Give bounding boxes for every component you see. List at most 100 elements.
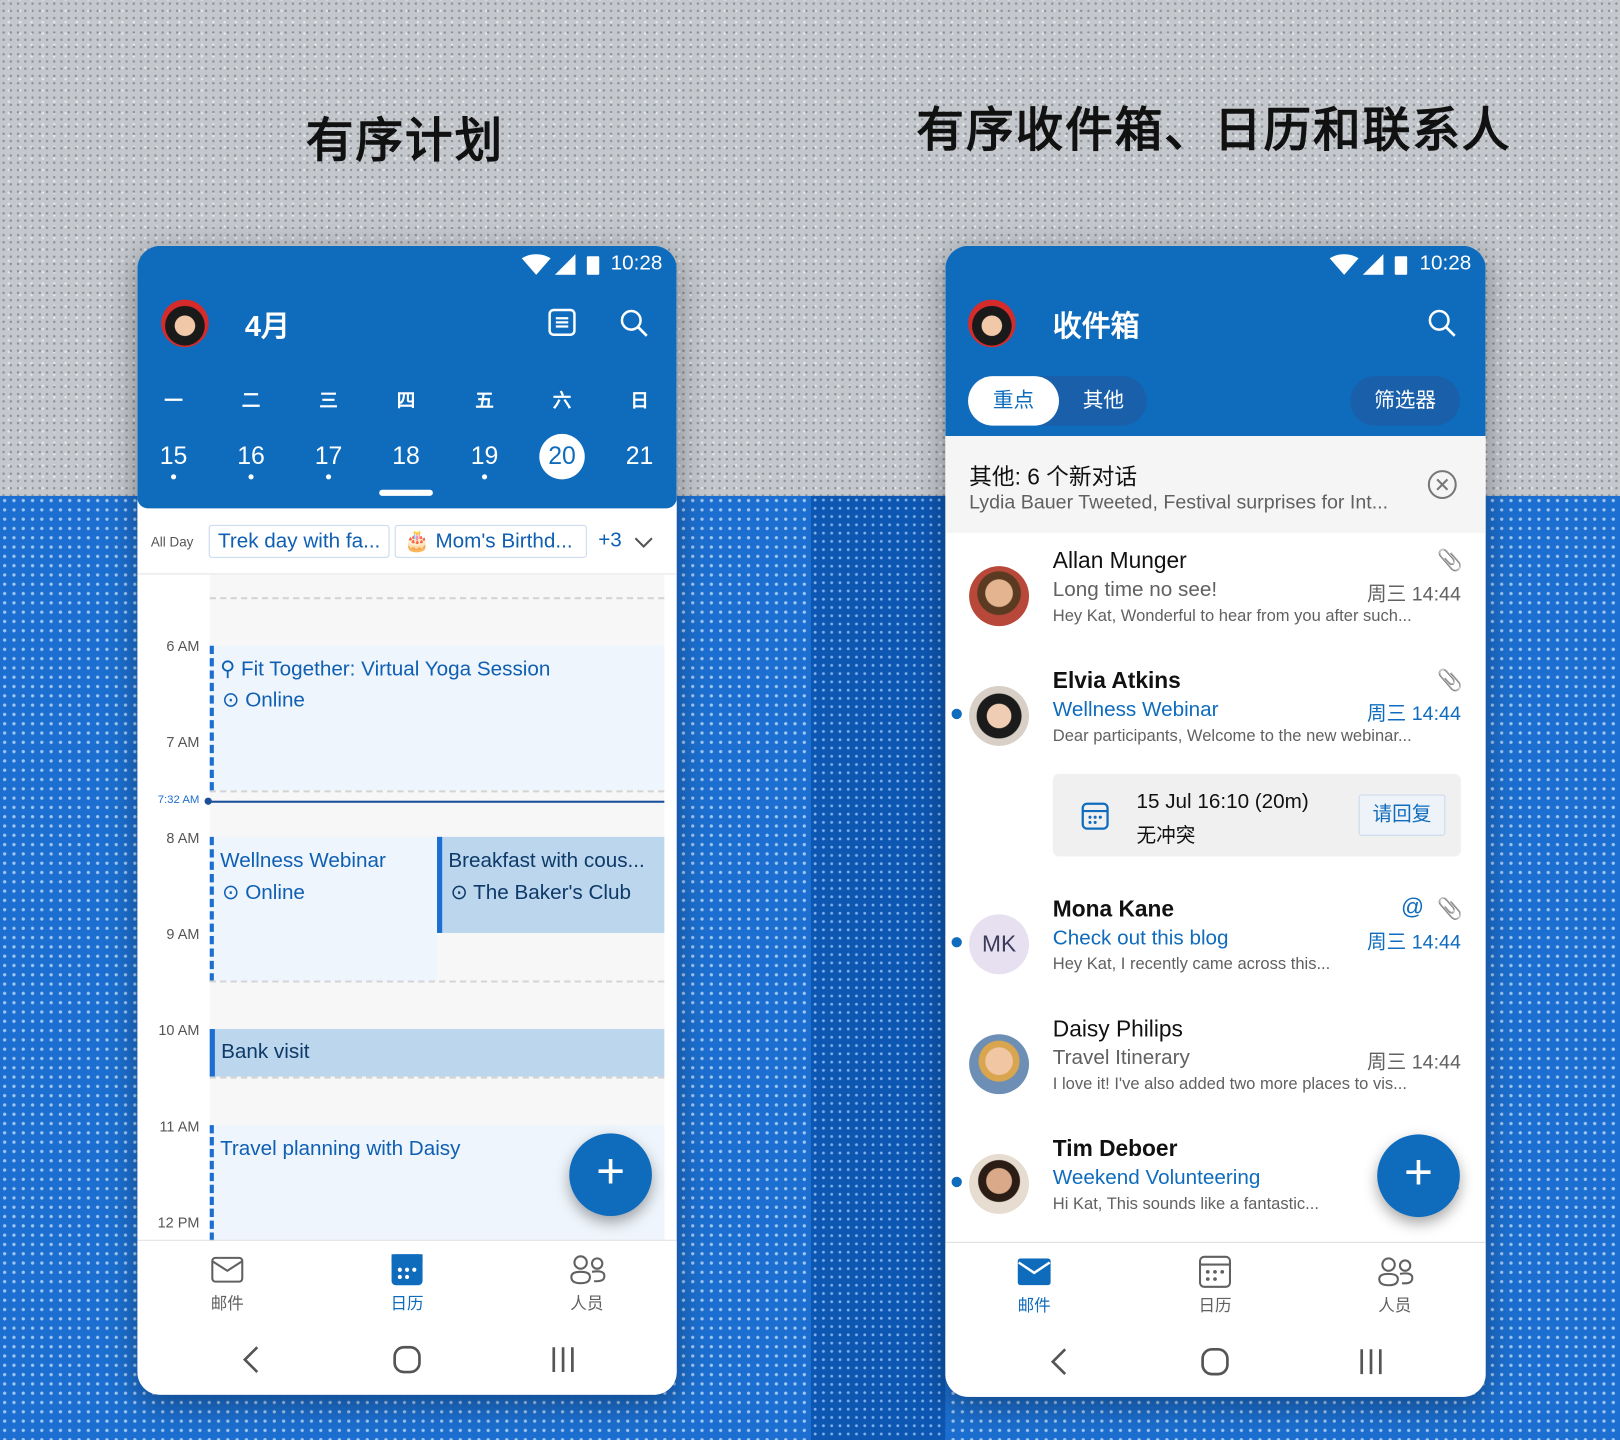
hour-divider bbox=[209, 980, 665, 983]
event-wellness-webinar[interactable]: Wellness Webinar ⊙ Online bbox=[209, 836, 438, 982]
all-day-label: All Day bbox=[150, 534, 194, 550]
weekday-label: 六 bbox=[552, 390, 572, 412]
message-time: 周三 14:44 bbox=[1367, 931, 1461, 954]
hour-label: 9 AM bbox=[166, 925, 200, 943]
location-icon: ⊙ bbox=[222, 689, 246, 712]
message-subject: Travel Itinerary bbox=[1052, 1046, 1190, 1070]
stage: 有序计划 有序收件箱、日历和联系人 10:28 4月 一二三四五六日 15 16 1… bbox=[0, 0, 1620, 1440]
tab-focused[interactable]: 重点 bbox=[968, 376, 1059, 426]
event-dot bbox=[170, 474, 177, 480]
hour-label: 8 AM bbox=[166, 829, 200, 847]
rsvp-button[interactable]: 请回复 bbox=[1358, 794, 1446, 836]
date-16[interactable]: 16 bbox=[228, 434, 273, 479]
more-events-count[interactable]: +3 bbox=[598, 529, 622, 553]
avatar bbox=[969, 1034, 1030, 1095]
date-19[interactable]: 19 bbox=[462, 434, 507, 479]
page-title: 收件箱 bbox=[1052, 309, 1140, 342]
nav-people[interactable]: 人员 bbox=[570, 1289, 603, 1314]
sender-name: Elvia Atkins bbox=[1052, 667, 1181, 694]
search-icon[interactable] bbox=[1427, 308, 1458, 339]
hour-divider bbox=[209, 1076, 665, 1079]
current-time-line bbox=[209, 800, 665, 803]
filter-button[interactable]: 筛选器 bbox=[1350, 376, 1460, 426]
mail-icon[interactable] bbox=[1017, 1258, 1051, 1286]
event-location: ⊙ The Baker's Club bbox=[450, 881, 631, 905]
hour-divider bbox=[209, 790, 665, 793]
hour-label: 7 AM bbox=[166, 733, 200, 751]
status-time: 10:28 bbox=[1419, 252, 1472, 275]
home-icon[interactable] bbox=[393, 1345, 422, 1374]
calendar-icon[interactable] bbox=[1198, 1255, 1232, 1288]
location-icon: ⊙ bbox=[450, 881, 474, 905]
cake-icon: 🎂 bbox=[403, 530, 436, 553]
sender-name: Allan Munger bbox=[1052, 547, 1187, 574]
mention-icon: @ bbox=[1400, 893, 1425, 920]
event-dot bbox=[325, 474, 332, 480]
page-title: 4月 bbox=[244, 309, 290, 342]
sender-name: Daisy Philips bbox=[1052, 1015, 1183, 1042]
mail-icon[interactable] bbox=[211, 1256, 244, 1283]
location-icon: ⊙ bbox=[222, 881, 246, 905]
event-dot bbox=[248, 474, 254, 480]
status-icons bbox=[521, 254, 600, 275]
recents-icon[interactable] bbox=[551, 1345, 576, 1374]
date-18[interactable]: 18 bbox=[383, 434, 428, 479]
back-icon[interactable] bbox=[1049, 1347, 1070, 1376]
agenda-view-icon[interactable] bbox=[548, 308, 577, 337]
event-bank-visit[interactable]: Bank visit bbox=[209, 1029, 665, 1077]
meeting-card[interactable]: 15 Jul 16:10 (20m) 无冲突 请回复 bbox=[1052, 773, 1461, 857]
event-yoga[interactable]: ⚲ Fit Together: Virtual Yoga Session ⊙ O… bbox=[209, 645, 665, 791]
current-time-label: 7:32 AM bbox=[157, 793, 200, 806]
banner-subtitle: Lydia Bauer Tweeted, Festival surprises … bbox=[969, 491, 1389, 514]
nav-calendar[interactable]: 日历 bbox=[391, 1289, 424, 1314]
all-day-event[interactable]: 🎂 Mom's Birthd... bbox=[394, 524, 587, 558]
weekday-label: 日 bbox=[630, 390, 649, 412]
expand-handle[interactable] bbox=[379, 489, 433, 496]
close-icon[interactable] bbox=[1427, 469, 1458, 500]
chevron-down-icon[interactable] bbox=[633, 535, 654, 549]
home-icon[interactable] bbox=[1201, 1347, 1230, 1376]
nav-mail[interactable]: 邮件 bbox=[1018, 1291, 1051, 1316]
date-20[interactable]: 20 bbox=[539, 433, 585, 480]
people-icon[interactable] bbox=[1377, 1256, 1414, 1287]
nav-people[interactable]: 人员 bbox=[1378, 1291, 1411, 1316]
avatar bbox=[969, 686, 1030, 746]
avatar: MK bbox=[969, 914, 1030, 975]
message-subject: Check out this blog bbox=[1052, 926, 1229, 950]
hour-label: 12 PM bbox=[157, 1213, 200, 1231]
date-17[interactable]: 17 bbox=[306, 434, 351, 479]
event-title: Wellness Webinar bbox=[220, 849, 386, 872]
hour-label: 11 AM bbox=[159, 1117, 200, 1135]
date-21[interactable]: 21 bbox=[617, 434, 662, 479]
other-banner[interactable]: 其他: 6 个新对话 Lydia Bauer Tweeted, Festival… bbox=[945, 435, 1486, 534]
avatar bbox=[969, 566, 1030, 627]
avatar bbox=[969, 1154, 1030, 1214]
new-event-button[interactable]: + bbox=[569, 1133, 652, 1217]
calendar-icon[interactable] bbox=[391, 1253, 424, 1286]
meeting-time: 15 Jul 16:10 (20m) bbox=[1136, 790, 1309, 814]
unread-dot bbox=[951, 937, 962, 948]
event-breakfast[interactable]: Breakfast with cous... ⊙ The Baker's Clu… bbox=[437, 836, 665, 933]
inbox-header: 10:28 收件箱 重点 其他 筛选器 bbox=[945, 245, 1486, 436]
status-time: 10:28 bbox=[610, 252, 663, 275]
back-icon[interactable] bbox=[241, 1345, 262, 1374]
calendar-header: 10:28 4月 一 二 三 四 五 六 日 15 16 17 18 19 20 21 bbox=[137, 245, 677, 509]
banner-title: 其他: 6 个新对话 bbox=[969, 463, 1138, 490]
people-icon[interactable] bbox=[569, 1254, 606, 1285]
nav-mail[interactable]: 邮件 bbox=[211, 1289, 244, 1314]
all-day-event[interactable]: Trek day with fa... bbox=[208, 524, 390, 558]
avatar[interactable] bbox=[161, 299, 209, 348]
date-15[interactable]: 15 bbox=[151, 434, 196, 479]
recents-icon[interactable] bbox=[1359, 1347, 1384, 1376]
message-time: 周三 14:44 bbox=[1367, 703, 1461, 726]
sender-name: Mona Kane bbox=[1052, 895, 1175, 922]
tab-other[interactable]: 其他 bbox=[1061, 376, 1146, 426]
unread-dot bbox=[951, 1176, 962, 1188]
calendar-icon bbox=[1081, 802, 1109, 830]
avatar[interactable] bbox=[968, 299, 1016, 348]
nav-calendar[interactable]: 日历 bbox=[1198, 1291, 1231, 1316]
search-icon[interactable] bbox=[619, 308, 650, 339]
message-preview: Hey Kat, Wonderful to hear from you afte… bbox=[1052, 607, 1412, 626]
message-preview: Hey Kat, I recently came across this... bbox=[1052, 955, 1331, 974]
compose-button[interactable]: + bbox=[1377, 1134, 1460, 1218]
